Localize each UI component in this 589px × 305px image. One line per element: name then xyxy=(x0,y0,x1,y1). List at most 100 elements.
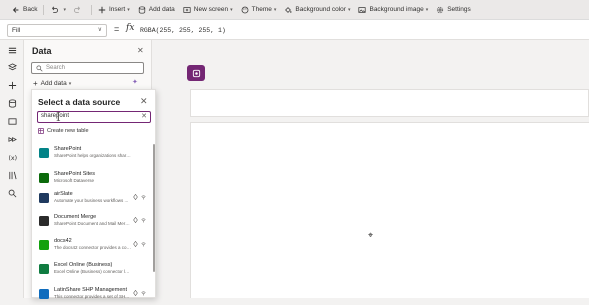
data-source-name: SharePoint xyxy=(54,146,82,152)
media-rail-icon[interactable] xyxy=(6,115,18,127)
premium-diamond-icon xyxy=(133,241,138,247)
data-rail-icon[interactable] xyxy=(6,97,18,109)
new-screen-label: New screen xyxy=(193,6,229,13)
image-icon xyxy=(358,6,367,13)
table-add-icon xyxy=(38,128,44,134)
chevron-down-icon: ▾ xyxy=(68,80,72,87)
separator xyxy=(43,4,45,15)
connection-icon xyxy=(141,195,146,200)
sharepoint-sites-icon xyxy=(39,173,49,183)
airslate-icon xyxy=(39,193,49,203)
palette-icon xyxy=(241,6,249,13)
data-source-description: SharePoint helps organizations share and… xyxy=(54,153,132,158)
formula-input[interactable]: RGBA(255, 255, 255, 1) xyxy=(140,24,580,37)
connection-icon xyxy=(141,218,146,223)
data-source-description: This connector provides a set of SH... xyxy=(54,294,130,299)
background-color-button[interactable]: Background color ▾ xyxy=(280,2,354,18)
library-rail-icon[interactable] xyxy=(6,169,18,181)
data-source-row[interactable]: LatinShare SHP Management This connector … xyxy=(37,285,149,305)
clear-icon[interactable]: ✕ xyxy=(141,112,147,121)
data-source-description: The docs42 connector provides a connec..… xyxy=(54,245,132,250)
chevron-down-icon: ▾ xyxy=(63,6,66,13)
theme-label: Theme xyxy=(251,6,272,13)
theme-button[interactable]: Theme ▾ xyxy=(237,2,281,18)
insert-rail-icon[interactable] xyxy=(6,79,18,91)
data-source-description: Excel Online (Business) connector lets y… xyxy=(54,269,132,274)
data-source-description: Microsoft Dataverse xyxy=(54,178,95,183)
data-source-row[interactable]: airSlate Automate your business workflows… xyxy=(37,189,149,209)
back-button[interactable]: Back xyxy=(8,2,41,18)
new-screen-button[interactable]: New screen ▾ xyxy=(179,2,237,18)
redo-icon xyxy=(73,6,80,13)
power-automate-rail-icon[interactable] xyxy=(6,133,18,145)
settings-button[interactable]: Settings xyxy=(432,2,475,18)
equals-sign: = xyxy=(114,24,120,34)
canvas-header-region[interactable] xyxy=(190,89,589,117)
plus-icon xyxy=(98,6,106,13)
separator xyxy=(90,4,92,15)
data-source-name: airSlate xyxy=(54,191,73,197)
data-pane-title: Data xyxy=(32,46,52,56)
new-screen-icon xyxy=(183,6,191,13)
chevron-down-icon: ∨ xyxy=(97,27,102,33)
data-source-badges xyxy=(133,217,146,223)
data-source-row[interactable]: Excel Online (Business) Excel Online (Bus… xyxy=(37,260,149,280)
left-rail: (x) xyxy=(0,40,24,298)
scrollbar[interactable] xyxy=(153,144,155,272)
svg-text:(x): (x) xyxy=(8,154,17,161)
data-source-badges xyxy=(133,241,146,247)
formula-bar: Fill ∨ = fx RGBA(255, 255, 255, 1) xyxy=(0,20,589,40)
undo-icon xyxy=(52,6,59,13)
search-rail-icon[interactable] xyxy=(6,187,18,199)
create-new-table-label: Create new table xyxy=(47,128,89,134)
insert-label: Insert xyxy=(108,6,126,13)
tree-view-icon[interactable] xyxy=(6,61,18,73)
variables-rail-icon[interactable]: (x) xyxy=(6,151,18,163)
insert-button[interactable]: Insert ▾ xyxy=(94,2,134,18)
data-source-row[interactable]: SharePoint SharePoint helps organizations… xyxy=(37,144,149,164)
data-source-row[interactable]: SharePoint Sites Microsoft Dataverse xyxy=(37,169,149,189)
background-color-label: Background color xyxy=(295,6,346,13)
paint-bucket-icon xyxy=(285,6,292,13)
create-new-table-button[interactable]: Create new table xyxy=(38,128,89,134)
data-source-name: Excel Online (Business) xyxy=(54,262,113,268)
close-icon[interactable]: ✕ xyxy=(140,96,148,107)
hamburger-menu-icon[interactable] xyxy=(6,44,18,56)
background-image-button[interactable]: Background image ▾ xyxy=(354,2,432,18)
connection-icon xyxy=(141,242,146,247)
close-icon[interactable]: ✕ xyxy=(137,46,144,55)
command-bar: Back ▾ Insert ▾ Add data New screen ▾ Th… xyxy=(0,0,589,20)
undo-button[interactable]: ▾ xyxy=(46,2,70,18)
add-data-dropdown[interactable]: + Add data ▾ xyxy=(33,79,71,88)
data-search-input[interactable]: Search xyxy=(31,62,144,74)
docs42-icon xyxy=(39,240,49,250)
premium-diamond-icon xyxy=(133,194,138,200)
data-source-name: SharePoint Sites xyxy=(54,171,95,177)
data-source-row[interactable]: Document Merge SharePoint Document and Ma… xyxy=(37,212,149,232)
premium-diamond-icon xyxy=(133,217,138,223)
excel-icon xyxy=(39,264,49,274)
chevron-down-icon: ▾ xyxy=(347,6,351,13)
database-icon xyxy=(138,5,145,14)
data-search-placeholder: Search xyxy=(46,65,66,71)
chevron-down-icon: ▾ xyxy=(230,6,233,13)
data-source-row[interactable]: docs42 The docs42 connector provides a co… xyxy=(37,236,149,256)
property-dropdown[interactable]: Fill ∨ xyxy=(7,24,107,37)
data-source-badges xyxy=(133,290,146,296)
data-source-search-input[interactable]: sharepoint ✕ xyxy=(37,111,151,123)
document-merge-icon xyxy=(39,216,49,226)
select-data-source-flyout: Select a data source ✕ sharepoint ✕ Crea… xyxy=(31,89,156,299)
back-arrow-icon xyxy=(12,6,19,13)
sharepoint-icon xyxy=(39,148,49,158)
screen-badge[interactable] xyxy=(187,65,205,81)
sparkle-icon[interactable]: ✦ xyxy=(132,78,138,86)
background-image-label: Background image xyxy=(369,6,424,13)
data-source-description: SharePoint Document and Mail Merge i... xyxy=(54,221,132,226)
back-label: Back xyxy=(23,6,38,13)
chevron-down-icon: ▾ xyxy=(425,6,429,13)
chevron-down-icon: ▾ xyxy=(127,6,130,13)
canvas-screen[interactable] xyxy=(190,122,589,298)
fx-icon: fx xyxy=(126,23,135,33)
redo-button[interactable] xyxy=(70,2,89,18)
add-data-button[interactable]: Add data xyxy=(134,2,179,18)
